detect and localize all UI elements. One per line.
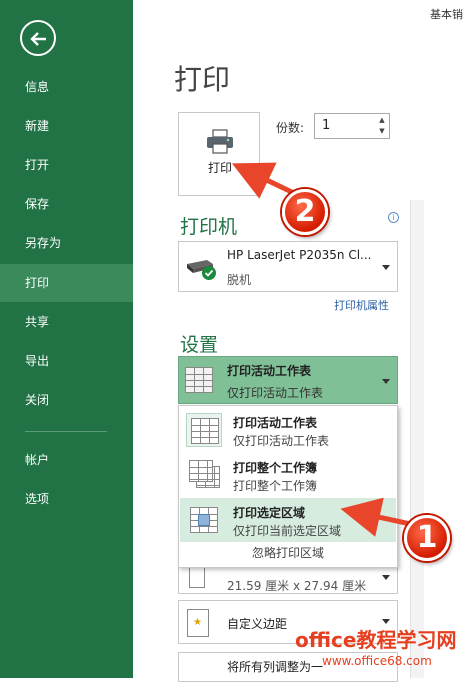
arrow-to-selection-option <box>340 497 416 537</box>
step-badge-1: 1 <box>404 515 450 561</box>
annotation-arrows <box>231 162 416 537</box>
watermark-url: www.office68.com <box>322 654 432 668</box>
watermark-title: office教程学习网 <box>295 628 457 652</box>
step-badge-2: 2 <box>282 189 328 235</box>
